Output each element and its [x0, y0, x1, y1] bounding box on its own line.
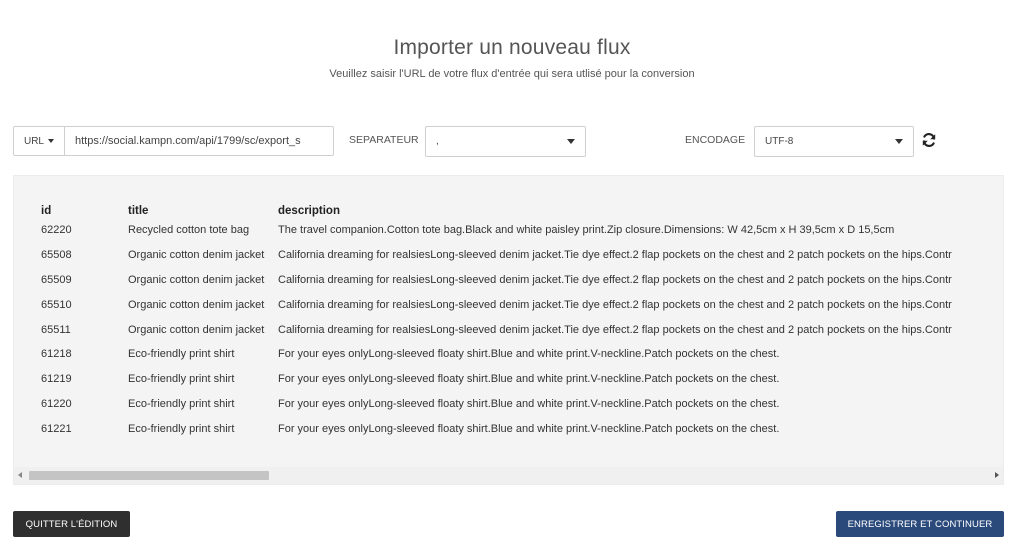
source-type-dropdown[interactable]: URL — [14, 127, 65, 155]
table-row: 65511 Organic cotton denim jacket Califo… — [34, 317, 952, 342]
url-input-group: URL — [13, 126, 334, 156]
source-type-label: URL — [23, 135, 44, 147]
cell-id: 61220 — [41, 397, 72, 410]
cell-description: California dreaming for realsiesLong-sle… — [278, 249, 952, 262]
table-row: 62220 Recycled cotton tote bag The trave… — [34, 218, 952, 243]
encoding-value: UTF-8 — [765, 136, 794, 147]
separator-label: SEPARATEUR — [349, 134, 419, 146]
table-row: 65509 Organic cotton denim jacket Califo… — [34, 268, 952, 293]
cell-title: Eco-friendly print shirt — [128, 373, 235, 386]
table-row: 61220 Eco-friendly print shirt For your … — [34, 392, 952, 417]
scroll-right-arrow-icon[interactable] — [995, 472, 999, 478]
feed-preview-table: id title description 62220 Recycled cott… — [34, 204, 952, 441]
cell-id: 65510 — [41, 298, 72, 311]
scroll-left-arrow-icon[interactable] — [18, 472, 22, 478]
separator-value: , — [436, 136, 439, 147]
cell-id: 65508 — [41, 249, 72, 262]
cell-title: Eco-friendly print shirt — [128, 397, 235, 410]
cell-id: 65511 — [41, 323, 71, 336]
cell-description: California dreaming for realsiesLong-sle… — [278, 273, 952, 286]
page-title: Importer un nouveau flux — [393, 36, 631, 59]
cell-id: 61219 — [41, 373, 72, 386]
horizontal-scrollbar[interactable] — [14, 467, 1003, 484]
encoding-label: ENCODAGE — [685, 134, 746, 146]
cell-title: Organic cotton denim jacket — [128, 323, 265, 336]
save-and-continue-button[interactable]: ENREGISTRER ET CONTINUER — [836, 511, 1004, 537]
refresh-icon[interactable] — [921, 132, 937, 148]
cell-title: Organic cotton denim jacket — [128, 249, 265, 262]
chevron-down-icon — [567, 139, 575, 144]
table-row: 61219 Eco-friendly print shirt For your … — [34, 367, 952, 392]
cell-id: 62220 — [41, 224, 72, 237]
encoding-select[interactable]: UTF-8 — [754, 126, 914, 157]
cell-description: For your eyes onlyLong-sleeved floaty sh… — [278, 422, 780, 435]
page-subtitle: Veuillez saisir l'URL de votre flux d'en… — [329, 68, 695, 80]
cell-title: Organic cotton denim jacket — [128, 273, 265, 286]
chevron-down-icon — [48, 139, 54, 143]
quit-edit-button[interactable]: QUITTER L'ÉDITION — [13, 511, 130, 537]
column-header-title: title — [128, 205, 149, 217]
table-row: 65510 Organic cotton denim jacket Califo… — [34, 292, 952, 317]
cell-title: Eco-friendly print shirt — [128, 348, 235, 361]
cell-id: 65509 — [41, 273, 72, 286]
url-input[interactable] — [65, 127, 333, 155]
column-header-id: id — [41, 205, 52, 217]
cell-title: Recycled cotton tote bag — [128, 224, 250, 237]
chevron-down-icon — [895, 139, 903, 144]
cell-id: 61221 — [41, 422, 72, 435]
cell-title: Organic cotton denim jacket — [128, 298, 265, 311]
cell-description: For your eyes onlyLong-sleeved floaty sh… — [278, 397, 780, 410]
cell-description: For your eyes onlyLong-sleeved floaty sh… — [278, 373, 780, 386]
table-row: 61221 Eco-friendly print shirt For your … — [34, 416, 952, 441]
scrollbar-thumb[interactable] — [29, 471, 269, 480]
cell-title: Eco-friendly print shirt — [128, 422, 235, 435]
table-row: 61218 Eco-friendly print shirt For your … — [34, 342, 952, 367]
table-header-row: id title description — [34, 204, 952, 218]
cell-description: California dreaming for realsiesLong-sle… — [278, 298, 952, 311]
cell-description: For your eyes onlyLong-sleeved floaty sh… — [278, 348, 780, 361]
cell-description: California dreaming for realsiesLong-sle… — [278, 323, 952, 336]
separator-select[interactable]: , — [425, 126, 586, 157]
cell-id: 61218 — [41, 348, 72, 361]
feed-preview-panel: id title description 62220 Recycled cott… — [13, 175, 1004, 485]
table-row: 65508 Organic cotton denim jacket Califo… — [34, 243, 952, 268]
column-header-description: description — [278, 205, 340, 217]
cell-description: The travel companion.Cotton tote bag.Bla… — [278, 224, 895, 237]
